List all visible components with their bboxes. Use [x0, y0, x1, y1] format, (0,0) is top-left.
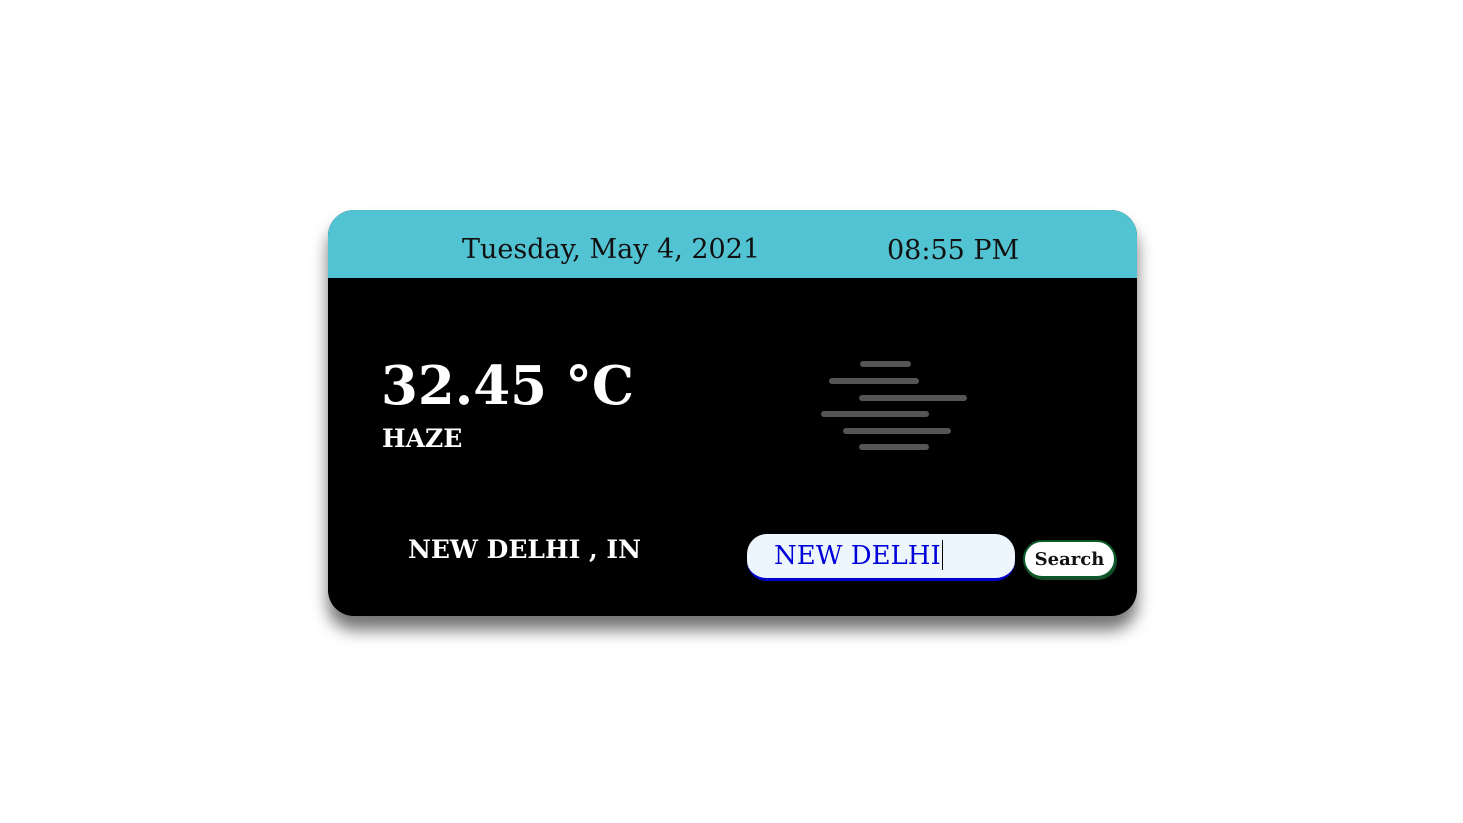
weather-card: Tuesday, May 4, 2021 08:55 PM 32.45 °C H…	[328, 210, 1137, 616]
haze-icon	[821, 361, 967, 450]
search-button[interactable]: Search	[1023, 540, 1116, 578]
current-date: Tuesday, May 4, 2021	[462, 234, 761, 265]
temperature-value: 32.45 °C	[381, 355, 635, 417]
city-search-value: NEW DELHI	[774, 541, 941, 571]
card-header: Tuesday, May 4, 2021 08:55 PM	[328, 210, 1137, 278]
current-time: 08:55 PM	[887, 235, 1020, 266]
location-label: NEW DELHI , IN	[408, 535, 641, 564]
city-search-input[interactable]: NEW DELHI	[747, 534, 1015, 581]
weather-condition: HAZE	[382, 424, 463, 453]
text-caret	[941, 540, 943, 570]
